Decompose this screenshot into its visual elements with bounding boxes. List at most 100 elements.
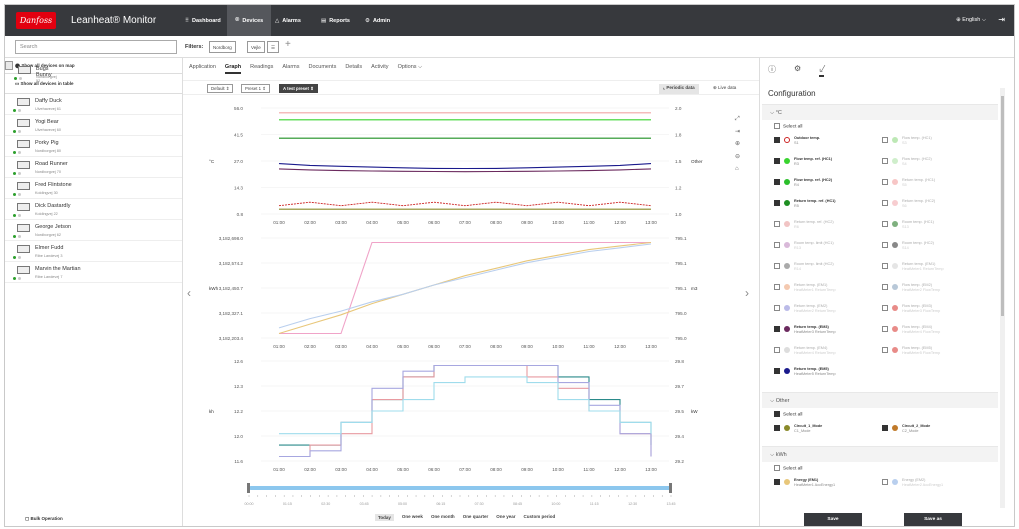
device-list-item[interactable]: George Jetson Nordborgvej 62: [5, 220, 182, 241]
show-on-map-link[interactable]: ⬤ Show all devices on map: [5, 58, 182, 74]
device-list-item[interactable]: Daffy Duck Ulvehavevej 61: [5, 94, 182, 115]
select-all-checkbox[interactable]: Select all: [762, 408, 998, 420]
device-list-item[interactable]: Dick Dastardly Koldingvej 22: [5, 199, 182, 220]
checkbox[interactable]: [882, 158, 888, 164]
info-icon[interactable]: ⓘ: [768, 64, 776, 77]
checkbox[interactable]: [774, 411, 780, 417]
series-line[interactable]: [278, 163, 652, 170]
series-toggle[interactable]: Energy (EM2) HeatMeter2 AccEnergy1: [882, 478, 982, 496]
device-list-item[interactable]: Road Runner Nordborgvej 70: [5, 157, 182, 178]
checkbox[interactable]: [774, 137, 780, 143]
checkbox[interactable]: [774, 425, 780, 431]
series-toggle[interactable]: Return temp. (EM1) HeatMeter1 ReturnTemp: [882, 262, 982, 280]
device-list-item[interactable]: Porky Pig Nordborgvej 80: [5, 136, 182, 157]
series-toggle[interactable]: Flow temp. (EM4) HeatMeter4 FlowTemp: [882, 325, 982, 343]
series-line[interactable]: [278, 201, 652, 207]
previous-arrow-icon[interactable]: ‹: [187, 286, 191, 300]
checkbox[interactable]: [774, 284, 780, 290]
range-one-week[interactable]: One week: [402, 514, 423, 521]
checkbox[interactable]: [774, 479, 780, 485]
range-one-year[interactable]: One year: [496, 514, 515, 521]
checkbox[interactable]: [882, 179, 888, 185]
checkbox[interactable]: [882, 479, 888, 485]
filter-chip-vejle[interactable]: Vejle: [247, 41, 265, 53]
checkbox[interactable]: [774, 305, 780, 311]
range-custom-period[interactable]: Custom period: [523, 514, 555, 521]
checkbox[interactable]: [774, 123, 780, 129]
filter-chip-menu[interactable]: ☰: [267, 41, 280, 53]
series-line[interactable]: [278, 243, 652, 329]
series-toggle[interactable]: Flow temp. (EM3) HeatMeter3 FlowTemp: [882, 304, 982, 322]
checkbox[interactable]: [774, 326, 780, 332]
series-toggle[interactable]: Flow temp. ref. (HC1) R3: [774, 157, 874, 175]
checkbox[interactable]: [882, 284, 888, 290]
series-toggle[interactable]: Return temp. (EM2) HeatMeter2 ReturnTemp: [774, 304, 874, 322]
checkbox[interactable]: [774, 200, 780, 206]
bulk-operation-button[interactable]: ▢ Bulk Operation: [25, 516, 63, 522]
series-toggle[interactable]: Flow temp. (EM2) HeatMeter2 FlowTemp: [882, 283, 982, 301]
range-one-month[interactable]: One month: [431, 514, 455, 521]
checkbox[interactable]: [774, 221, 780, 227]
slider-handle-left[interactable]: [247, 483, 250, 493]
export-icon[interactable]: ⇥: [735, 128, 740, 135]
checkbox[interactable]: [882, 326, 888, 332]
device-list-item[interactable]: Bugs Bunny Nordborgvej 52: [5, 61, 57, 83]
device-list-item[interactable]: Fred Flintstone Koldingvej 30: [5, 178, 182, 199]
checkbox[interactable]: [774, 347, 780, 353]
expand-icon[interactable]: ⤢: [735, 116, 740, 123]
checkbox[interactable]: [774, 465, 780, 471]
section-kwh[interactable]: ⌵ kWh: [762, 446, 998, 462]
series-toggle[interactable]: Flow temp. (EM5) HeatMeter5 FlowTemp: [882, 346, 982, 364]
series-toggle[interactable]: Room temp. (HC1) S13: [882, 220, 982, 238]
nav-dashboard[interactable]: ⠿ Dashboard: [177, 5, 229, 36]
series-toggle[interactable]: Flow temp. ref. (HC2) R4: [774, 178, 874, 196]
checkbox[interactable]: [774, 242, 780, 248]
home-icon[interactable]: ⌂: [735, 166, 739, 172]
device-list-item[interactable]: Yogi Bear Ulvehavevej 60: [5, 115, 182, 136]
series-toggle[interactable]: Return temp. (HC1) S5: [882, 178, 982, 196]
series-toggle[interactable]: Room temp. limit (HC1) R13: [774, 241, 874, 259]
slider-handle-right[interactable]: [669, 483, 672, 493]
scrollbar-thumb[interactable]: [1001, 96, 1004, 316]
series-toggle[interactable]: Room temp. limit (HC2) R14: [774, 262, 874, 280]
select-all-checkbox[interactable]: Select all: [762, 462, 998, 474]
range-one-quarter[interactable]: One quarter: [463, 514, 489, 521]
checkbox[interactable]: [774, 179, 780, 185]
zoom-out-icon[interactable]: ⊖: [735, 153, 740, 160]
series-toggle[interactable]: Return temp. ref. (HC1) R5: [774, 199, 874, 217]
select-all-checkbox[interactable]: Select all: [762, 120, 998, 132]
section-other[interactable]: ⌵ Other: [762, 392, 998, 408]
checkbox[interactable]: [882, 263, 888, 269]
series-toggle[interactable]: Flow temp. (HC2) S4: [882, 157, 982, 175]
gear-icon[interactable]: ⚙: [794, 64, 801, 77]
checkbox[interactable]: [774, 368, 780, 374]
next-arrow-icon[interactable]: ›: [745, 286, 749, 300]
zoom-in-icon[interactable]: ⊕: [735, 140, 740, 147]
save-as-button[interactable]: Save as: [904, 513, 962, 526]
series-line[interactable]: [278, 168, 652, 173]
series-toggle[interactable]: Return temp. (EM1) HeatMeter1 ReturnTemp: [774, 283, 874, 301]
checkbox[interactable]: [882, 137, 888, 143]
language-selector[interactable]: ⊕ English ⌵: [956, 17, 986, 24]
device-list-item[interactable]: Marvin the Martian Ribe Landevej 7: [5, 262, 182, 283]
series-toggle[interactable]: Room temp. (HC2) S14: [882, 241, 982, 259]
checkbox[interactable]: [774, 263, 780, 269]
search-input[interactable]: Search: [15, 40, 177, 54]
checkbox[interactable]: [882, 242, 888, 248]
nav-admin[interactable]: ⚙ Admin: [357, 5, 398, 36]
range-today[interactable]: Today: [375, 514, 394, 521]
checkbox[interactable]: [882, 347, 888, 353]
nav-alarms[interactable]: △ Alarms: [267, 5, 309, 36]
filter-chip-nordborg[interactable]: Nordborg: [209, 41, 236, 53]
device-list-item[interactable]: Elmer Fudd Ribe Landevej 3: [5, 241, 182, 262]
checkbox[interactable]: [882, 425, 888, 431]
series-toggle[interactable]: Return temp. (EM4) HeatMeter4 ReturnTemp: [774, 346, 874, 364]
series-toggle[interactable]: Outdoor temp. S1: [774, 136, 874, 154]
time-slider[interactable]: 00:00 01:15 02:30 03:45 05:00 06:15 07:30 08:45…: [245, 483, 676, 506]
section-celsius[interactable]: ⌵ °C: [762, 104, 998, 120]
checkbox[interactable]: [882, 305, 888, 311]
series-toggle[interactable]: Return temp. (HC2) S6: [882, 199, 982, 217]
checkbox[interactable]: [774, 158, 780, 164]
series-toggle[interactable]: Return temp. (EM3) HeatMeter3 ReturnTemp: [774, 325, 874, 343]
slider-track[interactable]: [249, 486, 671, 490]
